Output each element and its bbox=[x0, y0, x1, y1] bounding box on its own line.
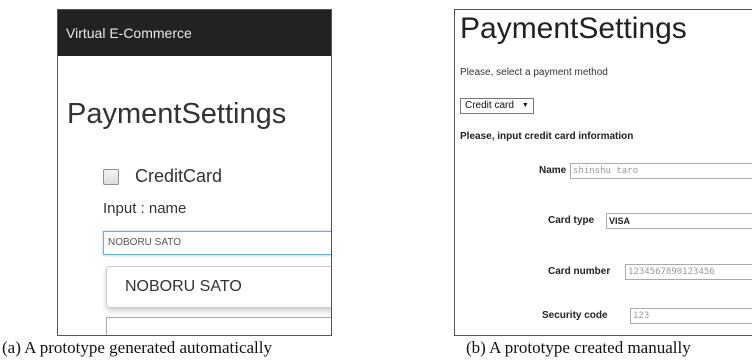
name-label: Name bbox=[539, 165, 567, 176]
caption-a: (a) A prototype generated automatically bbox=[2, 338, 273, 357]
autocomplete-suggestion[interactable]: NOBORU SATO bbox=[106, 266, 331, 308]
card-number-field[interactable]: 1234567890123456 bbox=[625, 264, 752, 280]
name-field[interactable]: shinshu taro bbox=[570, 163, 752, 179]
dropdown-arrow-icon: ▼ bbox=[521, 102, 529, 109]
navbar: Virtual E-Commerce bbox=[58, 10, 331, 56]
credit-card-option[interactable]: CreditCard bbox=[103, 166, 222, 187]
payment-method-prompt: Please, select a payment method bbox=[460, 67, 608, 78]
panel-manual-prototype: PaymentSettings Please, select a payment… bbox=[454, 9, 752, 336]
card-number-label: Card number bbox=[548, 266, 611, 277]
payment-method-select[interactable]: Credit card ▼ bbox=[460, 98, 534, 114]
card-type-field[interactable]: VISA bbox=[606, 213, 752, 229]
card-type-label: Card type bbox=[548, 215, 595, 226]
payment-method-value: Credit card bbox=[465, 100, 514, 111]
credit-card-checkbox[interactable] bbox=[103, 168, 119, 185]
credit-card-section-title: Please, input credit card information bbox=[460, 131, 634, 142]
page-title: PaymentSettings bbox=[460, 12, 687, 45]
security-code-label: Security code bbox=[542, 310, 608, 321]
credit-card-label: CreditCard bbox=[135, 166, 223, 186]
panel-auto-prototype: Virtual E-Commerce PaymentSettings Credi… bbox=[57, 9, 332, 336]
navbar-title[interactable]: Virtual E-Commerce bbox=[66, 25, 192, 41]
empty-input[interactable] bbox=[106, 317, 331, 335]
caption-b: (b) A prototype created manually bbox=[466, 338, 691, 357]
security-code-field[interactable]: 123 bbox=[630, 308, 752, 324]
name-input[interactable]: NOBORU SATO bbox=[103, 231, 331, 255]
name-input-label: Input : name bbox=[103, 200, 187, 217]
page-title: PaymentSettings bbox=[67, 98, 287, 130]
